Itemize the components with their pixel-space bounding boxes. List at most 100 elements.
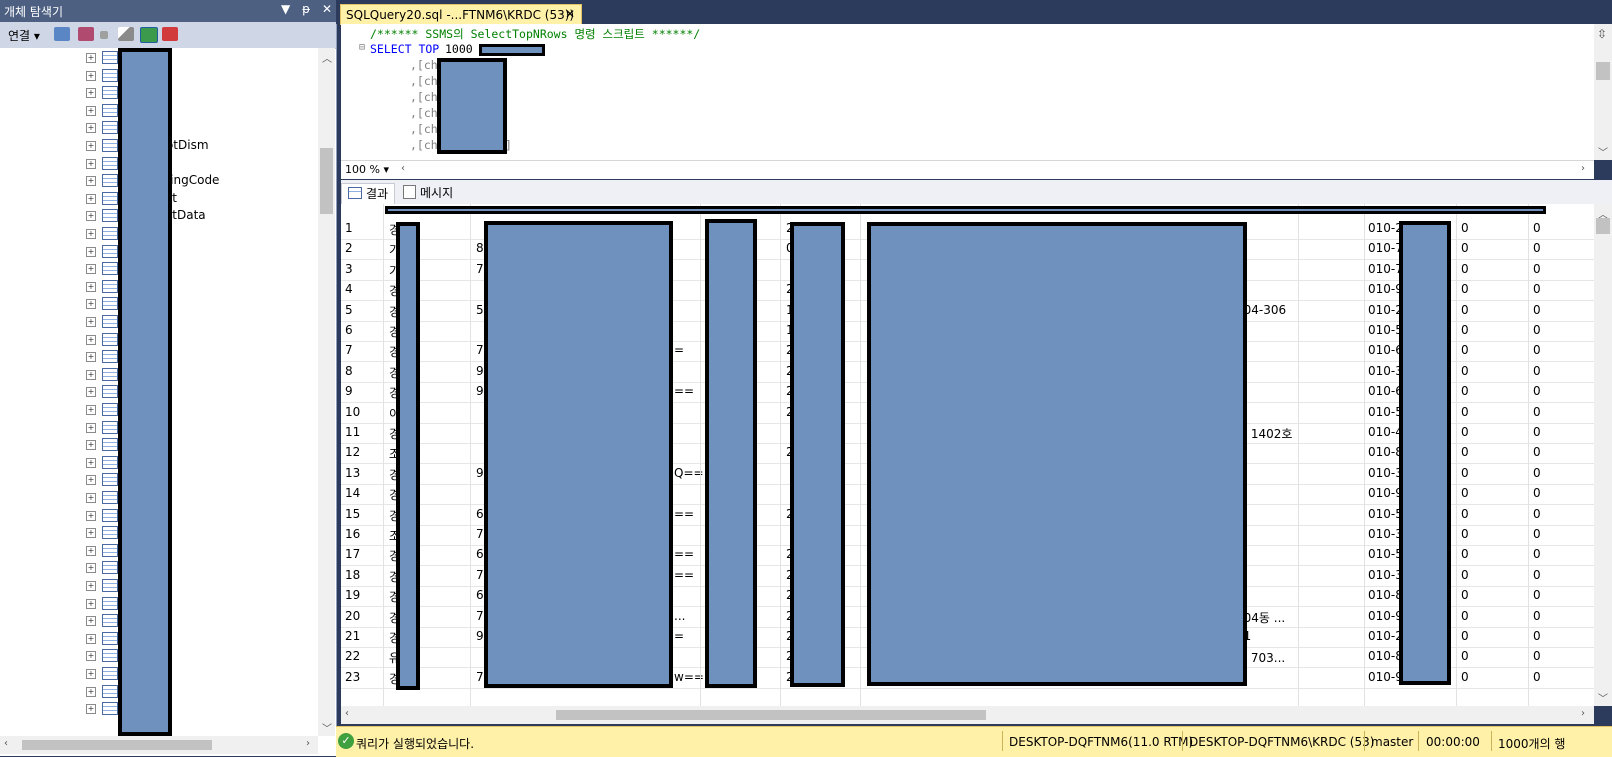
close-tab-icon[interactable]: ✕ (565, 7, 575, 21)
scroll-thumb[interactable] (1596, 62, 1610, 80)
table-cell[interactable]: 0 (1533, 527, 1541, 541)
table-cell[interactable]: 0 (1533, 445, 1541, 459)
expand-icon[interactable]: + (86, 369, 96, 380)
table-cell[interactable]: 0 (1533, 670, 1541, 684)
connect-server-icon[interactable] (54, 27, 70, 41)
filter-icon[interactable] (118, 27, 134, 41)
expand-icon[interactable]: + (86, 105, 96, 116)
table-cell[interactable]: 0 (1533, 486, 1541, 500)
table-cell[interactable]: 9 (476, 629, 484, 643)
table-cell[interactable]: 0 (1533, 609, 1541, 623)
table-cell[interactable]: 0 (1461, 670, 1469, 684)
expand-icon[interactable]: + (86, 563, 96, 574)
table-cell[interactable]: 010-2 (1368, 303, 1403, 317)
expand-icon[interactable]: + (86, 141, 96, 151)
table-cell[interactable]: 0 (1461, 629, 1469, 643)
table-cell[interactable]: 010-3 (1368, 466, 1403, 480)
expand-icon[interactable]: + (86, 510, 96, 521)
tab-results[interactable]: 결과 (341, 183, 396, 204)
table-cell[interactable]: 0 (1533, 507, 1541, 521)
expand-icon[interactable]: + (86, 598, 96, 609)
table-cell[interactable]: 0 (1461, 466, 1469, 480)
table-cell[interactable]: 0 (1461, 384, 1469, 398)
table-cell[interactable]: 010-3 (1368, 568, 1403, 582)
collapse-icon[interactable]: ⊟ (359, 42, 365, 53)
table-cell[interactable]: 010-6 (1368, 384, 1403, 398)
table-cell[interactable]: 0 (1461, 486, 1469, 500)
table-cell[interactable]: 0 (1533, 282, 1541, 296)
expand-icon[interactable]: + (86, 246, 96, 257)
table-cell[interactable]: 0 (1461, 547, 1469, 561)
editor-vertical-scrollbar[interactable]: ⇳ ﹀ (1594, 24, 1612, 160)
table-cell[interactable]: == (674, 568, 694, 582)
table-cell[interactable]: 0 (1461, 364, 1469, 378)
table-cell[interactable]: 0 (1533, 425, 1541, 439)
table-cell[interactable]: 0 (1533, 221, 1541, 235)
table-cell[interactable]: 010-2 (1368, 221, 1403, 235)
table-cell[interactable]: 010-3 (1368, 364, 1403, 378)
table-cell[interactable]: 0 (1533, 547, 1541, 561)
scroll-left-icon[interactable]: ‹ (4, 738, 8, 749)
object-tree-vertical-scrollbar[interactable]: ︿ ﹀ (318, 48, 335, 736)
table-cell[interactable]: 0 (1461, 649, 1469, 663)
expand-icon[interactable]: + (86, 651, 96, 662)
scroll-thumb[interactable] (556, 710, 986, 720)
table-cell[interactable]: 0 (1533, 323, 1541, 337)
stop-icon[interactable] (100, 31, 108, 39)
table-cell[interactable]: 0 (1461, 282, 1469, 296)
scroll-up-icon[interactable]: ︿ (322, 50, 332, 65)
grid-horizontal-scrollbar[interactable]: ‹ › (341, 706, 1594, 724)
scroll-right-icon[interactable]: › (1581, 708, 1585, 719)
expand-icon[interactable]: + (86, 229, 96, 239)
expand-icon[interactable]: + (86, 633, 96, 644)
table-cell[interactable]: 7 (476, 609, 484, 623)
table-cell[interactable]: 0 (1461, 262, 1469, 276)
table-cell[interactable]: 010-5 (1368, 507, 1403, 521)
expand-icon[interactable]: + (86, 422, 96, 433)
table-cell[interactable]: 010-7 (1368, 262, 1403, 276)
table-cell[interactable]: 010-8 (1368, 445, 1403, 459)
expand-icon[interactable]: + (86, 616, 96, 627)
table-cell[interactable]: == (674, 384, 694, 398)
expand-icon[interactable]: + (86, 704, 96, 715)
table-cell[interactable]: 0 (1461, 588, 1469, 602)
dropdown-icon[interactable]: ▼ (281, 2, 290, 16)
table-cell[interactable]: 7 (476, 262, 484, 276)
table-cell[interactable]: == (674, 507, 694, 521)
expand-icon[interactable]: + (86, 352, 96, 363)
expand-icon[interactable]: + (86, 158, 96, 169)
grid-vertical-scrollbar[interactable]: ︿ ﹀ (1594, 204, 1612, 706)
expand-icon[interactable]: + (86, 457, 96, 468)
table-cell[interactable]: 010-8 (1368, 649, 1403, 663)
expand-icon[interactable]: + (86, 193, 96, 204)
activity-monitor-icon[interactable] (162, 27, 178, 41)
table-cell[interactable]: 010-8 (1368, 588, 1403, 602)
expand-icon[interactable]: + (86, 53, 96, 63)
object-tree-horizontal-scrollbar[interactable]: ‹ › (0, 736, 318, 754)
tab-messages[interactable]: 메시지 (397, 183, 459, 203)
expand-icon[interactable]: + (86, 317, 96, 327)
table-cell[interactable]: 0 (1461, 343, 1469, 357)
table-cell[interactable]: 0 (1533, 384, 1541, 398)
table-cell[interactable]: = (674, 629, 684, 643)
table-cell[interactable]: 010-5 (1368, 405, 1403, 419)
expand-icon[interactable]: + (86, 334, 96, 345)
table-cell[interactable]: = (674, 343, 684, 357)
expand-icon[interactable]: + (86, 211, 96, 222)
table-cell[interactable]: 0 (1461, 609, 1469, 623)
expand-icon[interactable]: + (86, 528, 96, 539)
table-cell[interactable]: 6 (476, 547, 484, 561)
expand-icon[interactable]: + (86, 88, 96, 99)
table-cell[interactable]: 6 (476, 588, 484, 602)
pin-icon[interactable]: ᵽ (302, 2, 310, 16)
table-cell[interactable]: 7 (476, 568, 484, 582)
table-cell[interactable]: 010-2 (1368, 629, 1403, 643)
expand-icon[interactable]: + (86, 70, 96, 81)
split-icon[interactable]: ⇳ (1597, 27, 1607, 41)
disconnect-icon[interactable] (78, 27, 94, 41)
expand-icon[interactable]: + (86, 123, 96, 134)
table-cell[interactable]: 9 (476, 466, 484, 480)
expand-icon[interactable]: + (86, 299, 96, 310)
table-cell[interactable]: 0 (1533, 262, 1541, 276)
scroll-down-icon[interactable]: ﹀ (322, 720, 332, 735)
